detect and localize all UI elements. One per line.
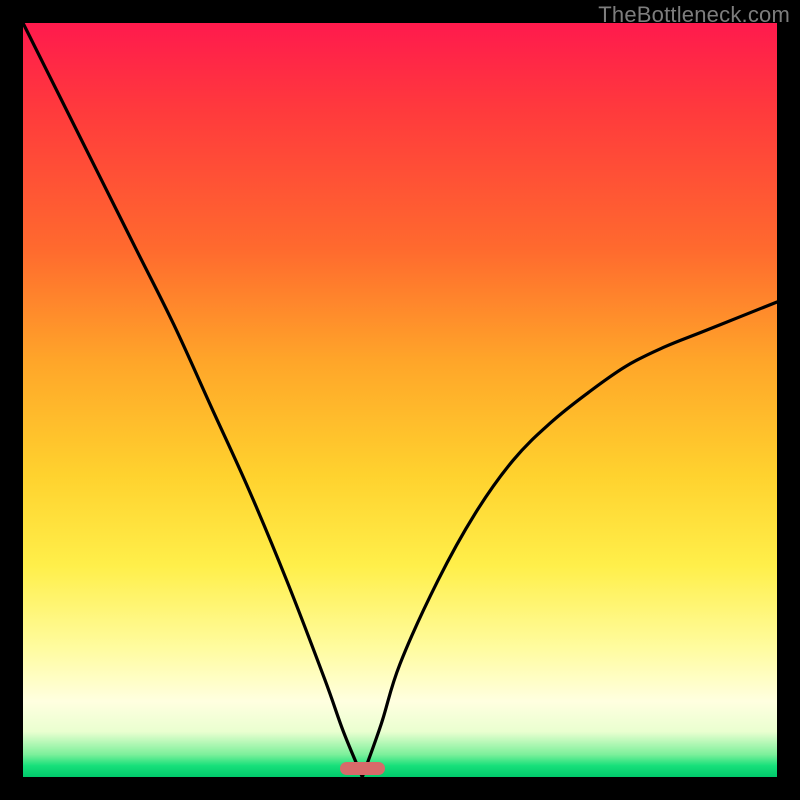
curve-left-branch	[23, 23, 362, 777]
curve-layer	[23, 23, 777, 777]
chart-frame: TheBottleneck.com	[0, 0, 800, 800]
plot-area	[23, 23, 777, 777]
curve-right-branch	[362, 302, 777, 777]
bottleneck-marker	[340, 762, 385, 775]
